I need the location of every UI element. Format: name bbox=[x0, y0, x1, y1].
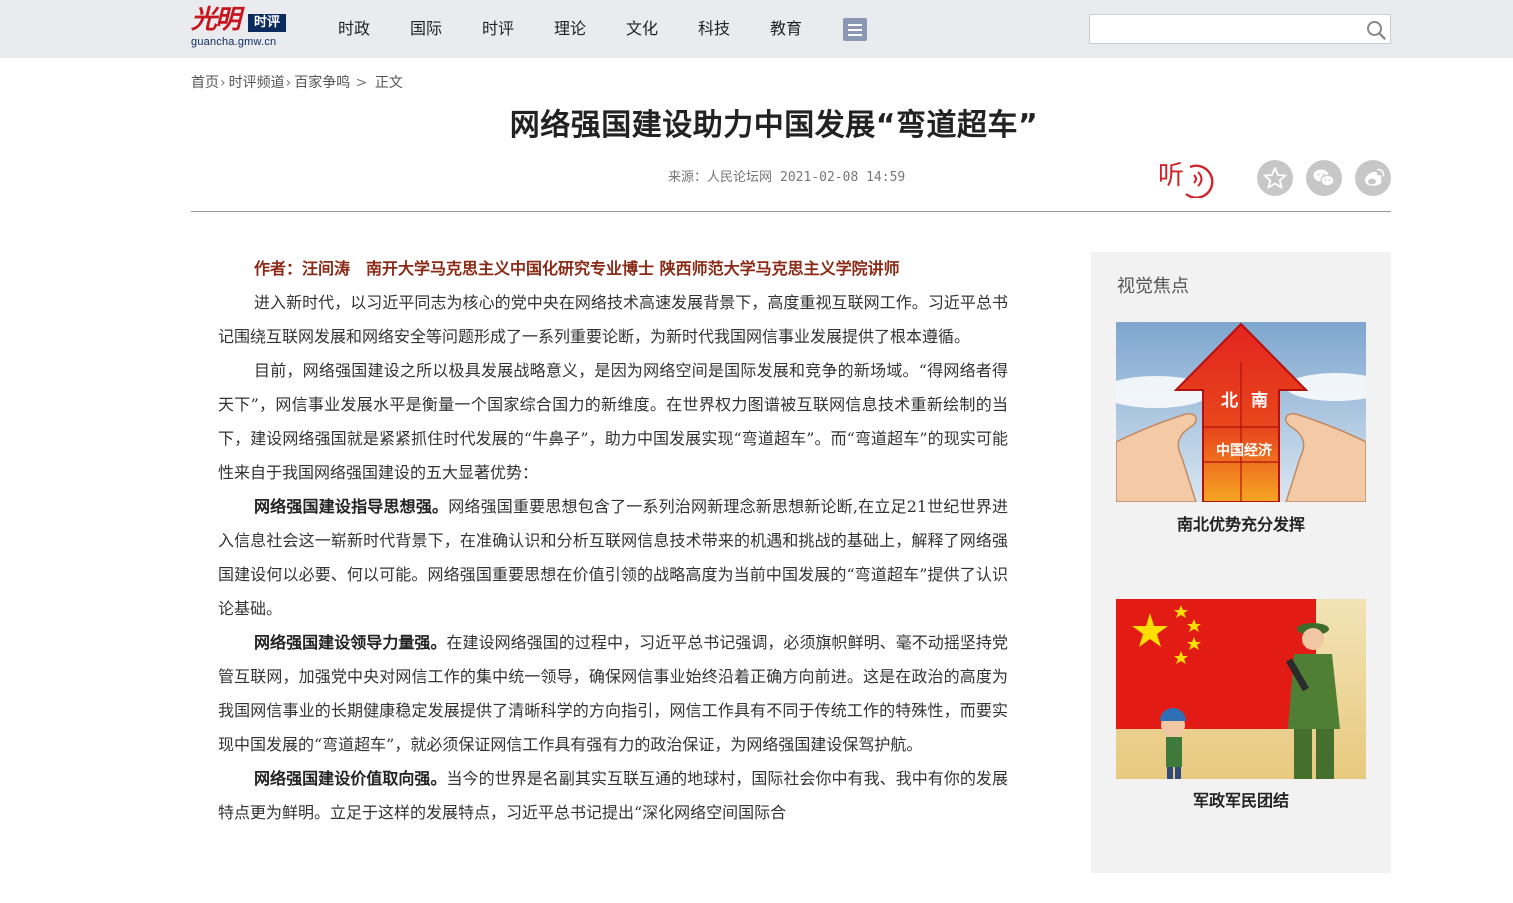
nav-item-education[interactable]: 教育 bbox=[770, 17, 842, 41]
svg-text:南: 南 bbox=[1251, 390, 1268, 411]
nav-item-culture[interactable]: 文化 bbox=[626, 17, 698, 41]
svg-text:中国经济: 中国经济 bbox=[1216, 442, 1273, 459]
breadcrumb: 首页› 时评频道› 百家争鸣 > 正文 bbox=[191, 75, 403, 91]
search-icon[interactable] bbox=[1366, 20, 1386, 40]
article-body: 作者：汪间涛 南开大学马克思主义中国化研究专业博士 陕西师范大学马克思主义学院讲… bbox=[218, 252, 1008, 830]
nav-more-menu-icon[interactable] bbox=[843, 18, 867, 41]
nav-item-commentary[interactable]: 时评 bbox=[482, 17, 554, 41]
site-logo[interactable]: 光明 时评 guancha.gmw.cn bbox=[191, 6, 291, 50]
article-paragraph: 进入新时代，以习近平同志为核心的党中央在网络技术高速发展背景下，高度重视互联网工… bbox=[218, 293, 1008, 346]
nav-item-international[interactable]: 国际 bbox=[410, 17, 482, 41]
weibo-share-button[interactable] bbox=[1355, 160, 1391, 196]
article-time: 2021-02-08 14:59 bbox=[780, 170, 906, 185]
article-paragraph: 网络强国建设指导思想强。网络强国重要思想包含了一系列治网新理念新思想新论断,在立… bbox=[218, 497, 1008, 618]
logo-domain: guancha.gmw.cn bbox=[191, 36, 277, 48]
wechat-icon bbox=[1313, 169, 1335, 187]
article-title: 网络强国建设助力中国发展“弯道超车” bbox=[509, 108, 1039, 143]
nav-item-politics[interactable]: 时政 bbox=[338, 17, 410, 41]
logo-tag: 时评 bbox=[248, 14, 286, 32]
article-source: 来源：人民论坛网 bbox=[668, 170, 773, 185]
breadcrumb-home[interactable]: 首页 bbox=[191, 75, 219, 91]
logo-brand: 光明 bbox=[191, 5, 241, 35]
main-nav: 时政 国际 时评 理论 文化 科技 教育 bbox=[338, 17, 842, 41]
nav-item-tech[interactable]: 科技 bbox=[698, 17, 770, 41]
star-icon bbox=[1263, 167, 1287, 189]
nav-item-theory[interactable]: 理论 bbox=[554, 17, 626, 41]
wechat-share-button[interactable] bbox=[1306, 160, 1342, 196]
article-author: 作者：汪间涛 南开大学马克思主义中国化研究专业博士 陕西师范大学马克思主义学院讲… bbox=[254, 259, 900, 278]
focus-image-military[interactable] bbox=[1116, 599, 1366, 779]
sidebar-visual-focus: 视觉焦点 北 南 中国经济 南北优势充分发挥 军政军民团结 bbox=[1091, 252, 1391, 873]
article-meta: 来源：人民论坛网 2021-02-08 14:59 bbox=[668, 168, 905, 188]
breadcrumb-channel[interactable]: 时评频道 bbox=[229, 75, 285, 91]
weibo-icon bbox=[1365, 168, 1385, 186]
economy-illustration: 北 南 中国经济 bbox=[1116, 322, 1366, 502]
focus-image-economy[interactable]: 北 南 中国经济 bbox=[1116, 322, 1366, 502]
svg-text:北: 北 bbox=[1221, 391, 1238, 411]
search-box bbox=[1089, 14, 1391, 44]
top-header: 光明 时评 guancha.gmw.cn 时政 国际 时评 理论 文化 科技 教… bbox=[0, 0, 1513, 58]
listen-button[interactable]: 听 bbox=[1156, 158, 1214, 198]
article-paragraph: 目前，网络强国建设之所以极具发展战略意义，是因为网络空间是国际发展和竞争的新场域… bbox=[218, 361, 1008, 482]
focus-caption-economy[interactable]: 南北优势充分发挥 bbox=[1116, 513, 1366, 537]
sidebar-title: 视觉焦点 bbox=[1117, 276, 1189, 297]
article-paragraph: 网络强国建设价值取向强。当今的世界是名副其实互联互通的地球村，国际社会你中有我、… bbox=[218, 769, 1008, 822]
military-illustration bbox=[1116, 599, 1366, 779]
breadcrumb-section[interactable]: 百家争鸣 bbox=[294, 75, 350, 91]
breadcrumb-current: 正文 bbox=[374, 75, 403, 91]
favorite-button[interactable] bbox=[1257, 160, 1293, 196]
focus-caption-military[interactable]: 军政军民团结 bbox=[1116, 789, 1366, 813]
audio-wave-icon bbox=[1185, 164, 1214, 198]
article-paragraph: 网络强国建设领导力量强。在建设网络强国的过程中，习近平总书记强调，必须旗帜鲜明、… bbox=[218, 633, 1008, 754]
search-input[interactable] bbox=[1094, 18, 1354, 40]
title-divider bbox=[191, 211, 1391, 212]
